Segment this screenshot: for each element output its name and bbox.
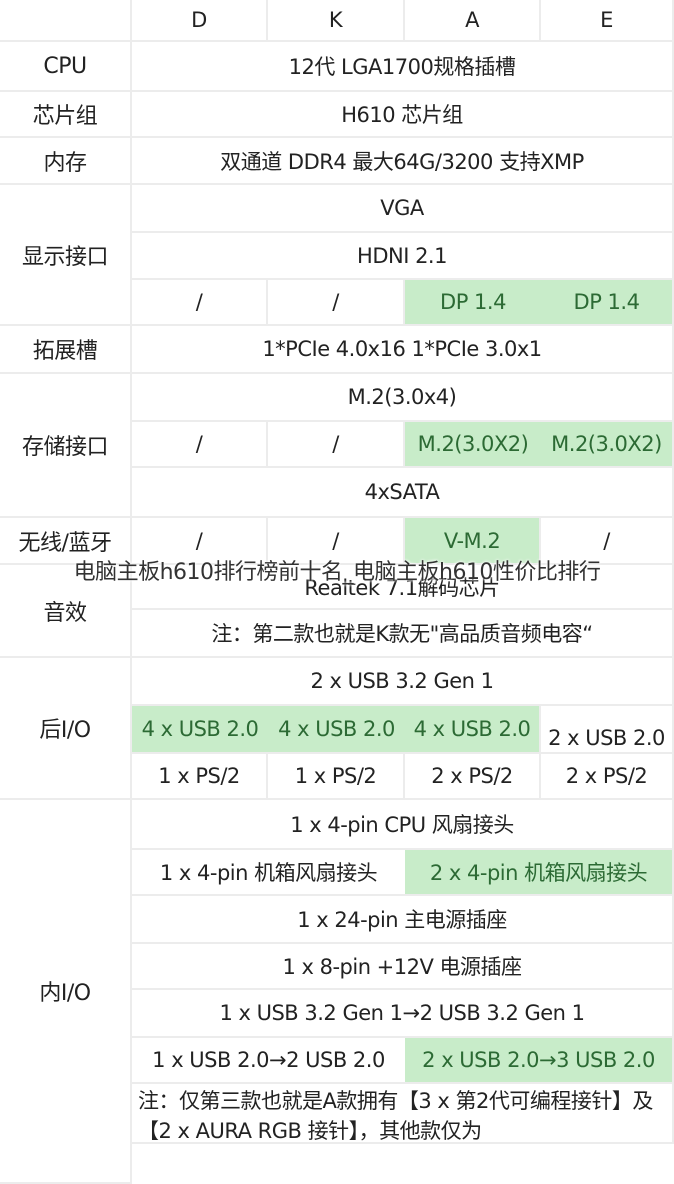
- cpu-value: 12代 LGA1700规格插槽: [132, 42, 674, 92]
- internal-usb32: 1 x USB 3.2 Gen 1→2 USB 3.2 Gen 1: [132, 990, 674, 1038]
- storage-m2-main: M.2(3.0x4): [132, 374, 674, 422]
- display-hdmi: HDNI 2.1: [132, 233, 674, 280]
- watermark-caption: 电脑主板h610排行榜前十名_电脑主板h610性价比排行: [73, 560, 601, 585]
- display-dp-a: DP 1.4: [405, 280, 541, 326]
- rear-usb32: 2 x USB 3.2 Gen 1: [132, 658, 674, 706]
- rear-usb20-e: 2 x USB 2.0: [541, 706, 674, 754]
- internal-usb20-dk: 1 x USB 2.0→2 USB 2.0: [132, 1038, 405, 1084]
- row-label-memory: 内存: [0, 138, 132, 185]
- rear-usb20-d: 4 x USB 2.0: [132, 706, 268, 754]
- storage-m2-e: M.2(3.0X2): [541, 422, 674, 468]
- internal-atx24: 1 x 24-pin 主电源插座: [132, 896, 674, 944]
- storage-m2-k: /: [268, 422, 405, 468]
- row-label-expansion: 拓展槽: [0, 326, 132, 374]
- rear-ps2-d: 1 x PS/2: [132, 754, 268, 800]
- rear-ps2-k: 1 x PS/2: [268, 754, 405, 800]
- internal-case-fan-dk: 1 x 4-pin 机箱风扇接头: [132, 850, 405, 896]
- row-label-internal-io: 内I/O: [0, 800, 132, 1184]
- internal-case-fan-ae: 2 x 4-pin 机箱风扇接头: [405, 850, 674, 896]
- display-vga: VGA: [132, 185, 674, 233]
- row-label-rear-io: 后I/O: [0, 658, 132, 800]
- rear-usb20-a: 4 x USB 2.0: [405, 706, 541, 754]
- display-dp-d: /: [132, 280, 268, 326]
- storage-sata: 4xSATA: [132, 468, 674, 518]
- internal-eps8: 1 x 8-pin +12V 电源插座: [132, 944, 674, 990]
- expansion-value: 1*PCIe 4.0x16 1*PCIe 3.0x1: [132, 326, 674, 374]
- header-col-a: A: [405, 0, 541, 42]
- rear-usb20-k: 4 x USB 2.0: [268, 706, 405, 754]
- memory-value: 双通道 DDR4 最大64G/3200 支持XMP: [132, 138, 674, 185]
- display-dp-k: /: [268, 280, 405, 326]
- internal-cpu-fan: 1 x 4-pin CPU 风扇接头: [132, 800, 674, 850]
- display-dp-e: DP 1.4: [541, 280, 674, 326]
- row-label-display: 显示接口: [0, 185, 132, 326]
- header-col-k: K: [268, 0, 405, 42]
- header-corner: [0, 0, 132, 42]
- rear-ps2-e: 2 x PS/2: [541, 754, 674, 800]
- internal-note: 注：仅第三款也就是A款拥有【3 x 第2代可编程接针】及【2 x AURA RG…: [132, 1084, 674, 1144]
- storage-m2-d: /: [132, 422, 268, 468]
- storage-m2-a: M.2(3.0X2): [405, 422, 541, 468]
- header-col-e: E: [541, 0, 674, 42]
- chipset-value: H610 芯片组: [132, 92, 674, 138]
- row-label-chipset: 芯片组: [0, 92, 132, 138]
- audio-note: 注：第二款也就是K款无"高品质音频电容“: [132, 610, 674, 658]
- header-col-d: D: [132, 0, 268, 42]
- rear-ps2-a: 2 x PS/2: [405, 754, 541, 800]
- internal-usb20-ae: 2 x USB 2.0→3 USB 2.0: [405, 1038, 674, 1084]
- row-label-cpu: CPU: [0, 42, 132, 92]
- row-label-storage: 存储接口: [0, 374, 132, 518]
